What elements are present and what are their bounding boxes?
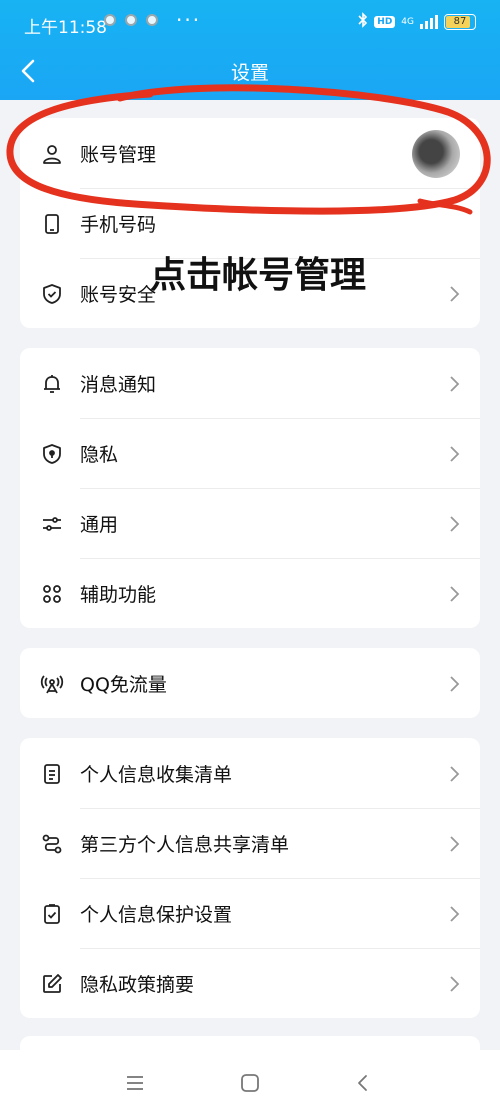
chevron-right-icon bbox=[450, 376, 460, 392]
sliders-icon bbox=[40, 512, 64, 536]
chevron-right-icon bbox=[450, 766, 460, 782]
checklist-icon bbox=[40, 902, 64, 926]
battery-level: 87 bbox=[453, 16, 467, 27]
settings-item-label: 通用 bbox=[80, 514, 119, 536]
home-button[interactable] bbox=[235, 1068, 265, 1098]
bell-icon bbox=[40, 372, 64, 396]
settings-item-personal-info-collection[interactable]: 个人信息收集清单 bbox=[20, 738, 480, 808]
chevron-right-icon bbox=[450, 446, 460, 462]
back-icon bbox=[358, 1075, 367, 1091]
grid-icon bbox=[40, 582, 64, 606]
signal-icon bbox=[420, 15, 438, 29]
share-flow-icon bbox=[40, 832, 64, 856]
annotation-text: 点击帐号管理 bbox=[150, 255, 367, 296]
personal-info-group: 个人信息收集清单 第三方个人信息共享清单 个人信息保护设置 隐私政策摘要 bbox=[20, 738, 480, 1018]
battery-icon: 87 bbox=[444, 14, 476, 30]
settings-item-qq-free-data[interactable]: QQ免流量 bbox=[20, 648, 480, 718]
privacy-shield-icon bbox=[40, 442, 64, 466]
settings-item-privacy-policy-summary[interactable]: 隐私政策摘要 bbox=[20, 948, 480, 1018]
phone-icon bbox=[40, 212, 64, 236]
document-icon bbox=[40, 762, 64, 786]
settings-item-label: 隐私政策摘要 bbox=[80, 974, 195, 996]
nav-back-button[interactable] bbox=[348, 1068, 378, 1098]
more-notifications-icon: ··· bbox=[176, 8, 202, 32]
settings-item-label: 账号管理 bbox=[80, 144, 157, 166]
settings-item-label: 隐私 bbox=[80, 444, 119, 466]
general-group: 消息通知 隐私 通用 辅助功能 bbox=[20, 348, 480, 628]
data-saver-group: QQ免流量 bbox=[20, 648, 480, 718]
settings-item-general[interactable]: 通用 bbox=[20, 488, 480, 558]
settings-item-label: 消息通知 bbox=[80, 374, 157, 396]
user-icon bbox=[40, 142, 64, 166]
settings-item-privacy[interactable]: 隐私 bbox=[20, 418, 480, 488]
settings-item-account-management[interactable]: 账号管理 bbox=[20, 118, 480, 188]
settings-item-label: 个人信息保护设置 bbox=[80, 904, 233, 926]
shield-check-icon bbox=[40, 282, 64, 306]
chevron-right-icon bbox=[450, 976, 460, 992]
settings-item-notifications[interactable]: 消息通知 bbox=[20, 348, 480, 418]
notification-icons bbox=[104, 14, 158, 26]
edit-icon bbox=[40, 972, 64, 996]
settings-item-accessibility[interactable]: 辅助功能 bbox=[20, 558, 480, 628]
settings-item-third-party-sharing[interactable]: 第三方个人信息共享清单 bbox=[20, 808, 480, 878]
page-title: 设置 bbox=[230, 62, 269, 84]
settings-item-label: 手机号码 bbox=[80, 214, 157, 236]
status-indicators: HD 4G 87 bbox=[358, 12, 476, 32]
chevron-right-icon bbox=[450, 286, 460, 302]
menu-icon bbox=[127, 1076, 143, 1090]
notification-icon bbox=[146, 14, 158, 26]
home-icon bbox=[241, 1074, 259, 1092]
chevron-right-icon bbox=[450, 836, 460, 852]
status-time: 上午11:58 bbox=[24, 18, 107, 38]
menu-button[interactable] bbox=[120, 1068, 150, 1098]
network-type: 4G bbox=[401, 16, 414, 27]
settings-item-label: 账号安全 bbox=[80, 284, 157, 306]
chevron-right-icon bbox=[450, 906, 460, 922]
bluetooth-icon bbox=[358, 12, 368, 32]
avatar bbox=[412, 130, 460, 178]
settings-item-label: QQ免流量 bbox=[80, 674, 167, 696]
notification-icon bbox=[125, 14, 137, 26]
system-nav-bar bbox=[0, 1050, 500, 1111]
status-bar: 上午11:58 ··· HD 4G 87 bbox=[0, 0, 500, 48]
settings-item-label: 第三方个人信息共享清单 bbox=[80, 834, 290, 856]
app-header: 上午11:58 ··· HD 4G 87 设置 bbox=[0, 0, 500, 100]
chevron-right-icon bbox=[450, 586, 460, 602]
signal-tower-icon bbox=[40, 672, 64, 696]
settings-item-label: 个人信息收集清单 bbox=[80, 764, 233, 786]
settings-item-personal-info-protection[interactable]: 个人信息保护设置 bbox=[20, 878, 480, 948]
chevron-right-icon bbox=[450, 676, 460, 692]
notification-icon bbox=[104, 14, 116, 26]
hd-icon: HD bbox=[374, 16, 396, 28]
chevron-right-icon bbox=[450, 516, 460, 532]
settings-item-label: 辅助功能 bbox=[80, 584, 157, 606]
